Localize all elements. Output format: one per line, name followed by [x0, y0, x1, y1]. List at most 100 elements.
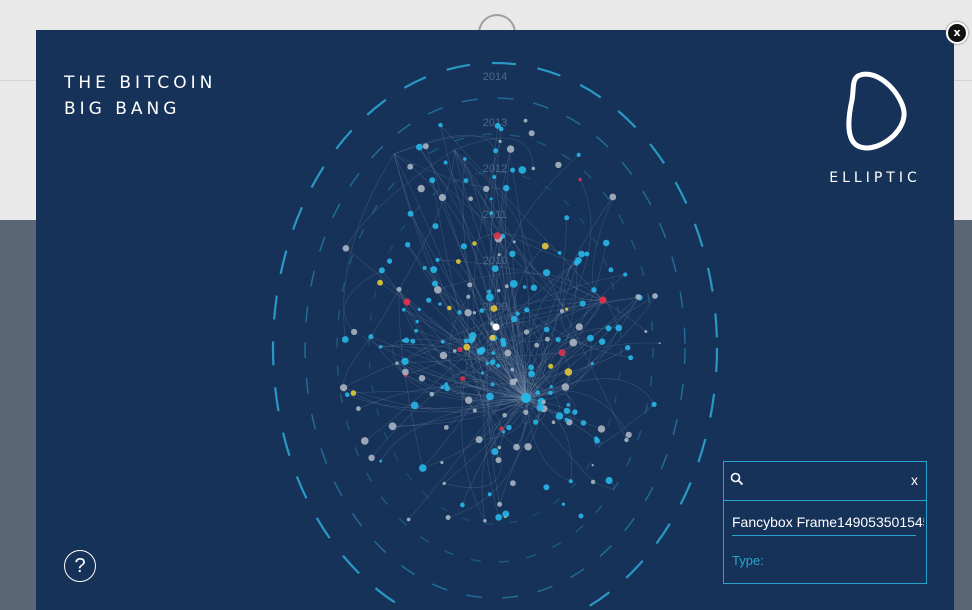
- elliptic-logo-icon: [846, 71, 907, 151]
- graph-node: [416, 143, 423, 151]
- graph-node: [496, 363, 501, 368]
- graph-node: [480, 371, 485, 375]
- graph-node: [576, 152, 581, 157]
- graph-node: [501, 430, 506, 434]
- graph-node: [443, 160, 448, 165]
- graph-node: [555, 412, 564, 420]
- title-line-1: THE BITCOIN: [64, 73, 217, 93]
- graph-node: [486, 293, 494, 302]
- graph-node: [498, 126, 504, 132]
- graph-edge: [461, 338, 486, 522]
- search-clear-button[interactable]: x: [911, 472, 918, 488]
- graph-node: [490, 382, 495, 387]
- title-line-2: BIG BANG: [64, 99, 181, 119]
- graph-node: [658, 342, 661, 345]
- graph-node: [497, 445, 502, 450]
- graph-node: [379, 459, 383, 463]
- graph-node: [429, 177, 436, 184]
- graph-node: [625, 431, 632, 438]
- graph-node: [342, 245, 350, 252]
- graph-edge: [525, 297, 641, 399]
- graph-node: [591, 464, 594, 467]
- graph-nodes: [340, 118, 661, 523]
- graph-node: [535, 390, 541, 396]
- graph-edge: [440, 124, 604, 301]
- graph-node: [341, 336, 349, 343]
- graph-node: [575, 323, 583, 331]
- graph-node: [599, 296, 607, 304]
- graph-node: [438, 193, 447, 202]
- help-button[interactable]: ?: [64, 550, 96, 582]
- graph-node: [466, 294, 471, 299]
- graph-node: [492, 175, 497, 179]
- graph-node: [483, 519, 487, 523]
- graph-node: [493, 232, 501, 240]
- graph-node: [590, 479, 596, 485]
- graph-node: [578, 513, 584, 519]
- search-row: x: [724, 462, 926, 501]
- graph-node: [460, 243, 467, 250]
- graph-node: [615, 324, 623, 332]
- graph-node: [578, 177, 582, 182]
- graph-node: [435, 257, 440, 262]
- graph-node: [573, 260, 580, 266]
- graph-node: [599, 338, 606, 345]
- graph-node: [396, 286, 402, 292]
- graph-edge: [370, 149, 455, 337]
- graph-node: [463, 338, 469, 344]
- graph-node: [464, 309, 472, 317]
- graph-node: [351, 328, 358, 336]
- graph-node: [587, 334, 594, 342]
- search-input[interactable]: [750, 470, 894, 492]
- graph-node: [463, 343, 471, 351]
- graph-node: [628, 355, 634, 361]
- graph-node: [489, 197, 493, 201]
- graph-node: [434, 286, 442, 294]
- graph-node: [402, 307, 406, 312]
- graph-node: [502, 510, 510, 518]
- graph-node: [388, 422, 397, 431]
- graph-node: [652, 293, 658, 299]
- graph-node: [543, 326, 550, 333]
- graph-node: [491, 265, 499, 272]
- graph-node: [432, 223, 439, 230]
- graph-node: [495, 457, 502, 464]
- graph-node: [487, 492, 492, 497]
- graph-node: [503, 184, 510, 192]
- graph-node: [489, 359, 496, 365]
- graph-node: [402, 368, 409, 376]
- graph-node: [523, 409, 529, 415]
- graph-node: [569, 338, 578, 347]
- graph-origin-node: [492, 323, 500, 331]
- graph-node: [594, 437, 600, 444]
- graph-node: [487, 289, 491, 294]
- help-icon: ?: [74, 555, 86, 577]
- graph-node: [522, 285, 527, 289]
- search-icon: [730, 472, 744, 486]
- graph-node: [350, 390, 357, 396]
- graph-node: [531, 166, 536, 171]
- close-button[interactable]: x: [946, 22, 968, 44]
- graph-node: [518, 166, 527, 174]
- brand[interactable]: ELLIPTIC: [820, 70, 930, 190]
- graph-node: [403, 337, 410, 344]
- graph-node: [578, 250, 585, 258]
- graph-node: [417, 184, 425, 193]
- graph-node: [429, 392, 435, 397]
- graph-node: [368, 454, 375, 461]
- graph-node: [541, 400, 546, 404]
- graph-node: [440, 460, 444, 465]
- graph-node: [541, 242, 549, 250]
- graph-node: [465, 396, 473, 404]
- graph-node: [558, 349, 566, 357]
- graph-node: [483, 185, 490, 192]
- graph-node: [418, 375, 426, 382]
- graph-node: [623, 272, 628, 277]
- graph-node: [568, 479, 573, 484]
- graph-node: [498, 139, 502, 143]
- year-label: 2012: [483, 163, 507, 175]
- graph-node: [445, 515, 451, 520]
- graph-node: [403, 298, 411, 306]
- graph-node: [472, 408, 477, 413]
- graph-node: [530, 284, 538, 291]
